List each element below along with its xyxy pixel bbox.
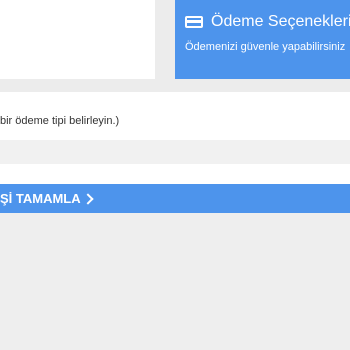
credit-card-icon	[185, 16, 203, 28]
payment-options-title: Ödeme Seçenekleri	[211, 13, 350, 30]
chevron-right-icon	[81, 192, 94, 205]
payment-options-subtitle: Ödemenizi güvenle yapabilirsiniz	[185, 41, 346, 53]
payment-type-hint: bir ödeme tipi belirleyin.)	[0, 115, 120, 127]
payment-options-card: Ödeme Seçenekleri Ödemenizi güvenle yapa…	[175, 0, 350, 79]
lower-area	[0, 213, 350, 350]
complete-order-button[interactable]: Şİ TAMAMLA	[0, 184, 350, 213]
payment-options-header: Ödeme Seçenekleri	[185, 13, 350, 31]
complete-order-label: Şİ TAMAMLA	[0, 191, 81, 206]
content-panel	[0, 0, 155, 79]
spacer	[0, 164, 350, 184]
payment-type-field[interactable]	[0, 140, 350, 164]
